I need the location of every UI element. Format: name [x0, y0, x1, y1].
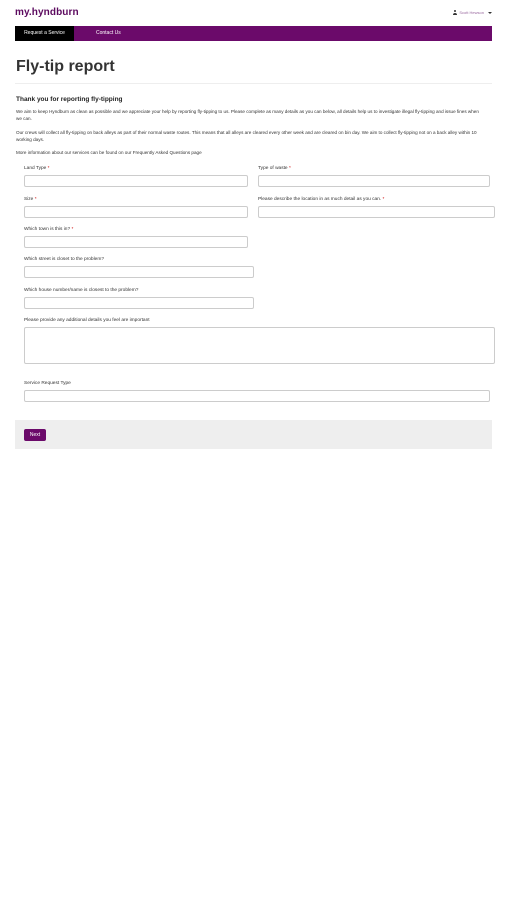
required-mark: *: [71, 227, 74, 232]
land-type-label: Land Type *: [24, 166, 50, 171]
waste-type-label: Type of waste *: [258, 166, 291, 171]
required-mark: *: [288, 166, 291, 171]
required-mark: *: [47, 166, 50, 171]
location-input[interactable]: [258, 206, 495, 218]
size-select[interactable]: [24, 206, 248, 218]
brand-logo[interactable]: my.hyndburn: [15, 7, 79, 18]
form-actions-panel: [15, 420, 492, 449]
house-label: Which house number/name is closest to th…: [24, 288, 139, 293]
top-bar: my.hyndburn Scott Hewson: [0, 0, 507, 26]
street-label: Which street is closet to the problem?: [24, 257, 104, 262]
details-textarea[interactable]: [24, 327, 495, 364]
house-input[interactable]: [24, 297, 254, 309]
divider: [15, 83, 492, 84]
service-request-type-input[interactable]: [24, 390, 490, 402]
nav-request-service[interactable]: Request a Service: [15, 26, 74, 41]
chevron-down-icon: [488, 11, 492, 14]
intro-paragraph: We aim to keep Hyndburn as clean as poss…: [16, 109, 479, 121]
required-mark: *: [382, 197, 385, 202]
user-icon: [452, 10, 457, 15]
next-button[interactable]: Next: [24, 429, 46, 441]
user-menu[interactable]: Scott Hewson: [452, 10, 492, 15]
user-name: Scott Hewson: [459, 10, 484, 15]
page-title: Fly-tip report: [16, 58, 115, 75]
waste-type-select[interactable]: [258, 175, 490, 187]
service-request-type-label: Service Request Type: [24, 381, 71, 386]
collection-paragraph: Our crews will collect all fly-tipping o…: [16, 130, 477, 142]
town-label: Which town is this in? *: [24, 227, 74, 232]
details-label: Please provide any additional details yo…: [24, 318, 150, 323]
main-nav: Request a Service Contact Us: [15, 26, 492, 41]
town-select[interactable]: [24, 236, 248, 248]
faq-paragraph: More information about our services can …: [16, 150, 202, 155]
land-type-select[interactable]: [24, 175, 248, 187]
size-label: Size *: [24, 197, 37, 202]
nav-contact-us[interactable]: Contact Us: [90, 26, 127, 41]
location-label: Please describe the location in as much …: [258, 197, 385, 202]
street-input[interactable]: [24, 266, 254, 278]
required-mark: *: [34, 197, 37, 202]
intro-heading: Thank you for reporting fly-tipping: [16, 96, 123, 103]
